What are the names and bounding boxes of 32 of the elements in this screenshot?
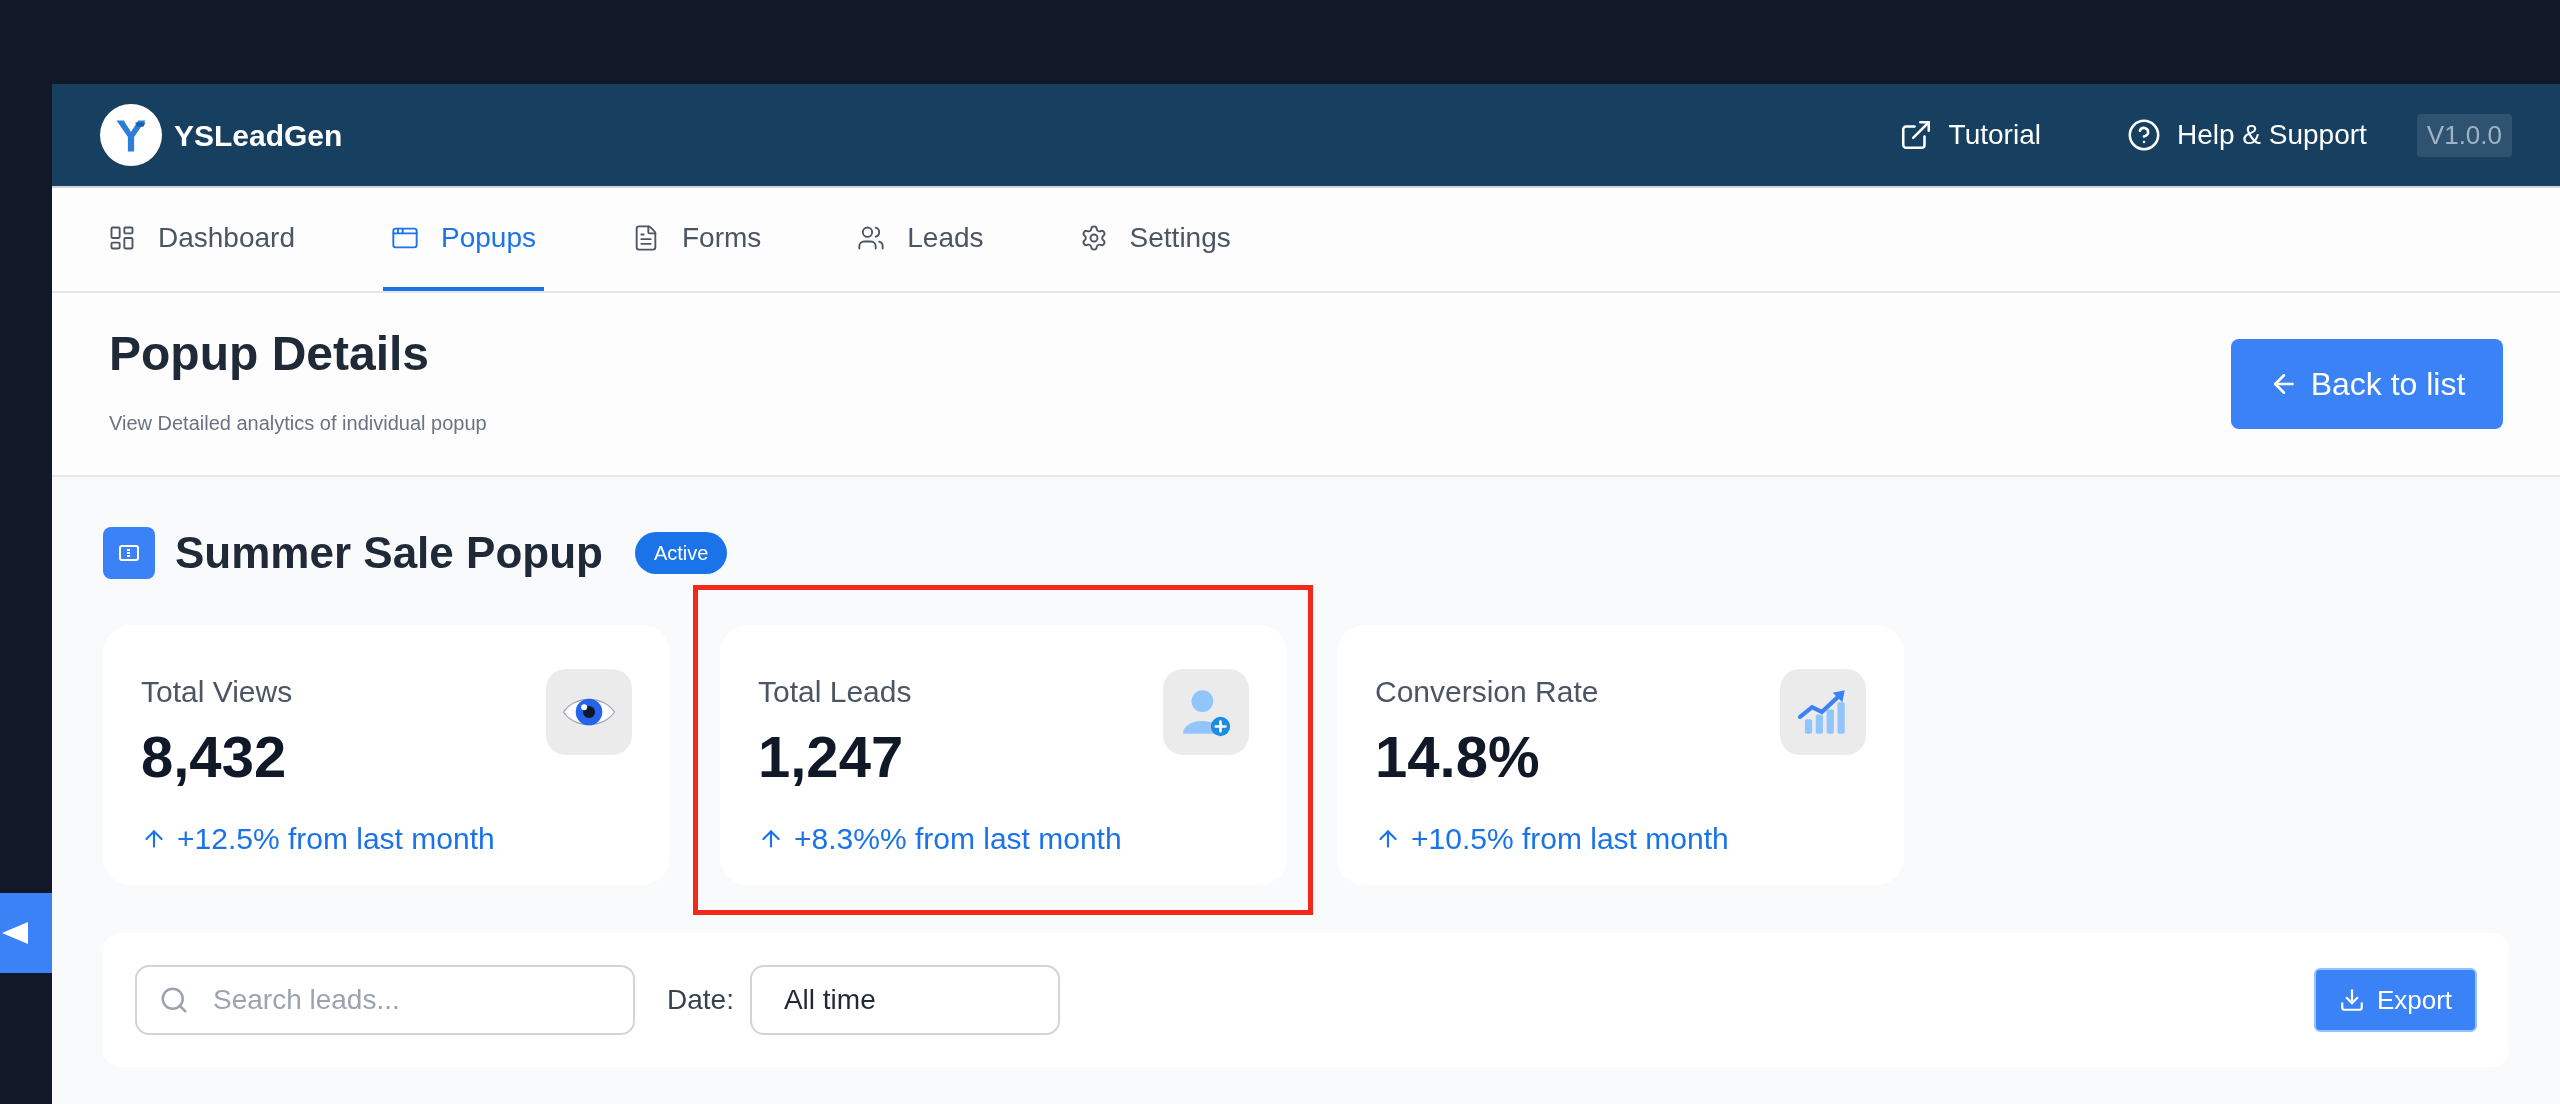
- help-icon: [2126, 118, 2161, 152]
- nav-tab[interactable]: Settings: [1071, 188, 1239, 291]
- stat-change: +12.5% from last month: [177, 821, 495, 857]
- tutorial-link[interactable]: Tutorial: [1898, 114, 2041, 156]
- stat-label: Conversion Rate: [1375, 674, 1600, 710]
- nav-tab[interactable]: Leads: [849, 188, 992, 291]
- back-button[interactable]: Back to list: [2231, 339, 2503, 429]
- date-label: Date:: [667, 983, 734, 1017]
- stat-label: Total Views: [141, 674, 294, 710]
- stat-label: Total Leads: [758, 674, 913, 710]
- search-icon: [159, 985, 189, 1015]
- search-field[interactable]: Search leads...: [135, 965, 635, 1035]
- date-select[interactable]: All time: [749, 965, 1060, 1035]
- export-button[interactable]: Export: [2314, 968, 2477, 1032]
- stat-change: +10.5% from last month: [1411, 821, 1729, 857]
- stat-value: 1,247: [758, 728, 905, 786]
- version-badge: V1.0.0: [2416, 113, 2512, 157]
- stat-value: 8,432: [141, 728, 288, 786]
- page-title: Popup Details: [109, 330, 431, 378]
- page-subtitle: View Detailed analytics of individual popup: [109, 411, 487, 436]
- nav-tab[interactable]: Dashboard: [100, 188, 303, 291]
- stat-value: 14.8%: [1375, 728, 1541, 786]
- collapse-handle[interactable]: [0, 893, 52, 973]
- nav-tab[interactable]: Forms: [623, 188, 770, 291]
- popup-name: Summer Sale Popup: [175, 527, 603, 579]
- status-badge: Active: [634, 532, 728, 574]
- popup-icon: [103, 527, 155, 579]
- download-icon: [2338, 987, 2365, 1013]
- app-name: YSLeadGen: [174, 117, 343, 154]
- stat-change: +8.3%% from last month: [794, 821, 1122, 857]
- logo-icon: [100, 104, 162, 166]
- help-link[interactable]: Help & Support: [2126, 114, 2367, 156]
